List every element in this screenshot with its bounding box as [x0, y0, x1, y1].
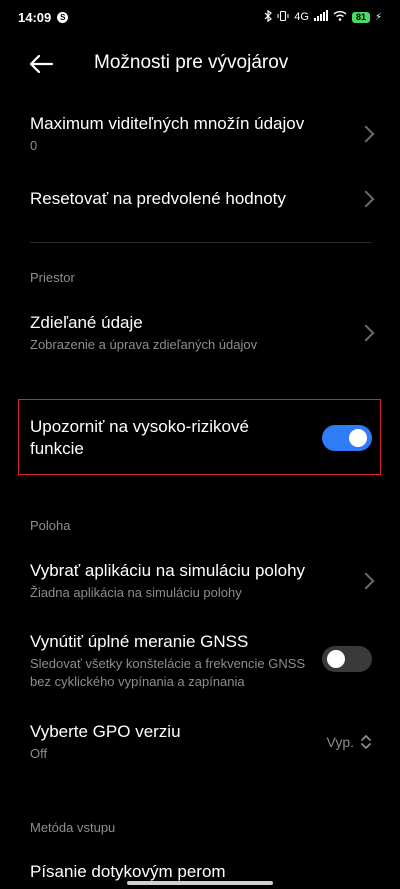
reset-defaults-row[interactable]: Resetovať na predvolené hodnoty [30, 188, 375, 210]
gnss-toggle[interactable] [322, 646, 372, 672]
app-bar: Možnosti pre vývojárov [0, 40, 400, 88]
shared-data-subtitle: Zobrazenie a úprava zdieľaných údajov [30, 337, 258, 352]
mock-location-subtitle: Žiadna aplikácia na simuláciu polohy [30, 585, 242, 600]
gpo-title: Vyberte GPO verziu [30, 722, 181, 741]
app-notification-icon: S [57, 11, 69, 23]
toggle-knob [349, 429, 367, 447]
section-title-space: Priestor [30, 270, 75, 285]
high-risk-title: Upozorniť na vysoko-rizikové funkcie [30, 417, 249, 458]
section-title-location: Poloha [30, 518, 71, 533]
signal-icon [313, 10, 328, 24]
network-type: 4G [294, 11, 309, 23]
toggle-knob [327, 650, 345, 668]
high-risk-row[interactable]: Upozorniť na vysoko-rizikové funkcie [30, 416, 372, 460]
status-bar: 14:09 S 4G 81 ⚡ [0, 0, 400, 34]
gpo-version-row[interactable]: Vyberte GPO verziu Off Vyp. [30, 721, 372, 763]
max-datasets-row[interactable]: Maximum viditeľných množín údajov 0 [30, 113, 375, 155]
wifi-icon [333, 10, 347, 24]
gpo-subtitle: Off [30, 746, 48, 761]
gpo-select[interactable]: Vyp. [327, 733, 373, 751]
stylus-row[interactable]: Písanie dotykovým perom [30, 861, 372, 883]
up-down-chevron-icon [361, 735, 371, 749]
section-title-input: Metóda vstupu [30, 820, 116, 835]
max-datasets-value: 0 [30, 138, 38, 153]
reset-defaults-title: Resetovať na predvolené hodnoty [30, 189, 286, 208]
gpo-select-value: Vyp. [326, 734, 355, 750]
battery-icon: 81 [351, 11, 370, 23]
high-risk-toggle[interactable] [322, 425, 372, 451]
page-title: Možnosti pre vývojárov [94, 52, 289, 73]
vibrate-icon [277, 10, 289, 25]
gnss-title: Vynútiť úplné meranie GNSS [30, 632, 249, 651]
back-button[interactable] [28, 52, 54, 76]
clock: 14:09 [18, 9, 52, 25]
shared-data-row[interactable]: Zdieľané údaje Zobrazenie a úprava zdieľ… [30, 312, 375, 354]
bluetooth-icon [264, 9, 273, 25]
mock-location-row[interactable]: Vybrať aplikáciu na simuláciu polohy Žia… [30, 560, 375, 602]
shared-data-title: Zdieľané údaje [30, 313, 143, 332]
section-divider [30, 242, 372, 243]
home-indicator[interactable] [127, 881, 273, 885]
stylus-title: Písanie dotykovým perom [30, 862, 226, 881]
charging-icon: ⚡ [374, 11, 382, 23]
gnss-subtitle: Sledovať všetky konštelácie a frekvencie… [30, 656, 306, 689]
max-datasets-title: Maximum viditeľných množín údajov [30, 114, 305, 133]
mock-location-title: Vybrať aplikáciu na simuláciu polohy [30, 561, 306, 580]
gnss-row[interactable]: Vynútiť úplné meranie GNSS Sledovať všet… [30, 631, 372, 691]
back-arrow-icon [29, 54, 54, 74]
